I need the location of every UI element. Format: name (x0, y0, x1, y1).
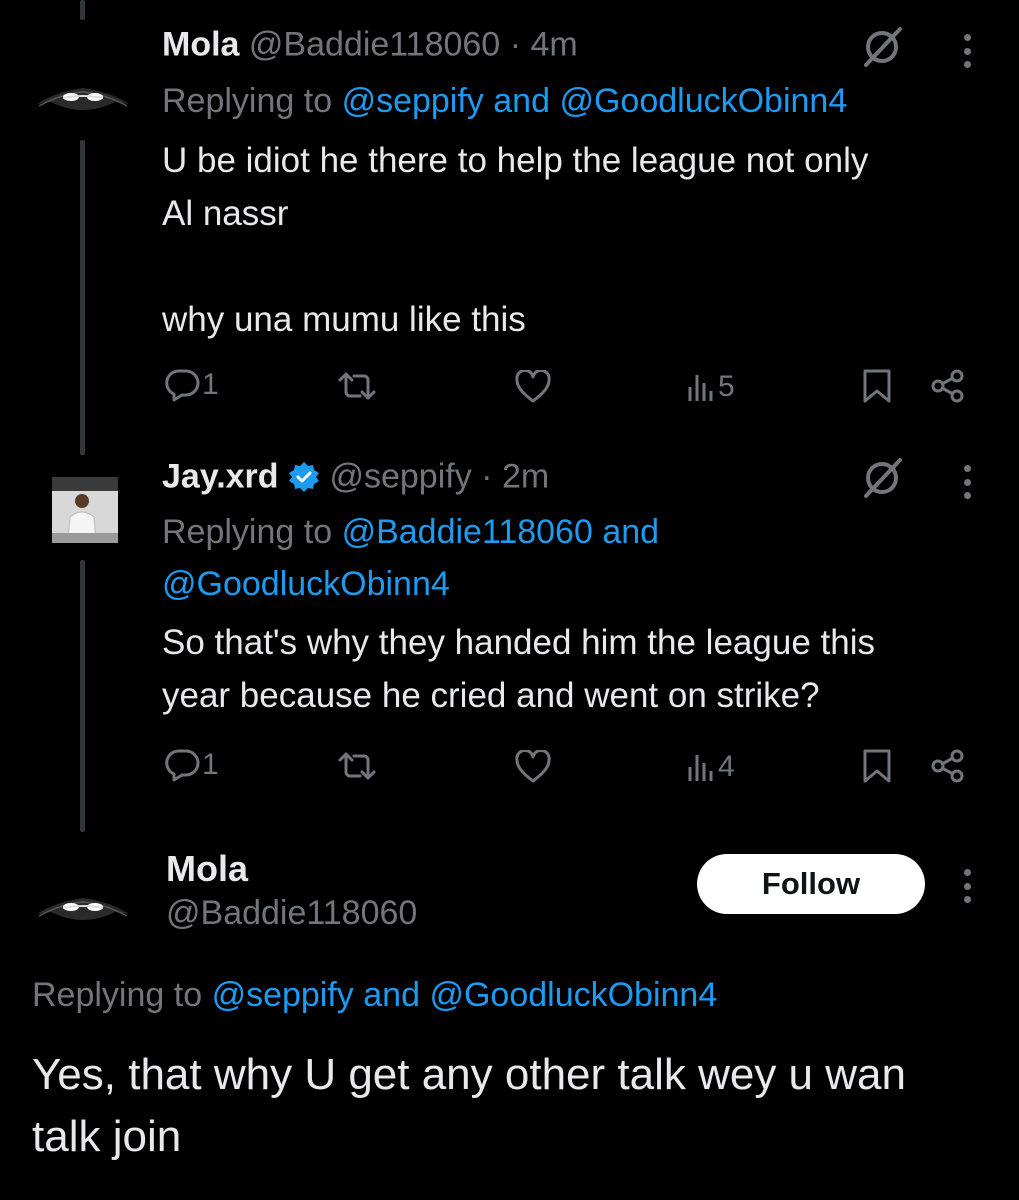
tweet-header: Jay.xrd @seppify · 2m (162, 456, 549, 497)
heart-icon (515, 370, 551, 403)
bookmark-icon (863, 369, 891, 403)
replying-prefix: Replying to (32, 976, 203, 1014)
share-button[interactable] (930, 368, 966, 404)
reply-icon (165, 369, 200, 402)
grok-icon[interactable] (860, 456, 904, 500)
grok-icon[interactable] (860, 25, 904, 69)
retweet-icon (338, 752, 376, 780)
like-button[interactable] (514, 370, 552, 404)
user-name[interactable]: Mola (166, 848, 248, 890)
thread-line-2 (80, 560, 85, 832)
tweet-text: U be idiot he there to help the league n… (162, 141, 869, 339)
retweet-button[interactable] (336, 370, 378, 402)
user-name[interactable]: Mola (162, 26, 239, 64)
retweet-button[interactable] (336, 750, 378, 782)
views-count: 4 (718, 750, 735, 783)
replying-to: Replying to @seppify and @GoodluckObinn4 (162, 82, 847, 121)
share-button[interactable] (930, 748, 966, 784)
tweet-text: Yes, that why U get any other talk wey u… (32, 1050, 906, 1161)
more-icon[interactable] (962, 34, 972, 68)
mention-link[interactable]: @seppify (212, 976, 354, 1014)
share-icon (931, 749, 964, 783)
reply-button[interactable]: 1 (164, 748, 219, 782)
avatar-photo (52, 477, 118, 543)
views-count: 5 (718, 370, 735, 403)
reply-icon (165, 749, 200, 782)
thread-line-1 (80, 140, 85, 455)
user-name[interactable]: Jay.xrd (162, 458, 279, 496)
verified-badge-icon (289, 462, 320, 493)
replying-to: Replying to @Baddie118060 and (162, 513, 659, 552)
avatar[interactable] (35, 890, 131, 930)
bookmark-button[interactable] (862, 748, 892, 784)
views-button[interactable]: 5 (686, 370, 735, 404)
user-handle[interactable]: @Baddie118060 (249, 26, 500, 64)
timestamp[interactable]: · 4m (510, 26, 578, 64)
views-icon (688, 755, 713, 781)
tweet-text: So that's why they handed him the league… (162, 623, 875, 715)
mention-link[interactable]: @seppify (342, 82, 484, 120)
retweet-icon (338, 372, 376, 400)
more-icon[interactable] (962, 869, 972, 903)
replying-prefix: Replying to (162, 82, 333, 120)
replying-and: and (493, 82, 550, 120)
mention-link[interactable]: @Baddie118060 and (342, 513, 660, 551)
more-icon[interactable] (962, 465, 972, 499)
timestamp[interactable]: · 2m (481, 458, 549, 496)
mention-link[interactable]: @GoodluckObinn4 (559, 82, 847, 120)
like-button[interactable] (514, 750, 552, 784)
replying-and: and (363, 976, 420, 1014)
tweet-header: Mola @Baddie118060 · 4m (162, 24, 578, 65)
follow-button[interactable]: Follow (697, 854, 925, 914)
bookmark-button[interactable] (862, 368, 892, 404)
replying-prefix: Replying to (162, 513, 333, 551)
bookmark-icon (863, 749, 891, 783)
user-handle[interactable]: @seppify (329, 458, 471, 496)
views-icon (688, 375, 713, 401)
replying-to-cont: @GoodluckObinn4 (162, 565, 450, 604)
views-button[interactable]: 4 (686, 750, 735, 784)
avatar[interactable] (35, 80, 131, 120)
replying-to: Replying to @seppify and @GoodluckObinn4 (32, 976, 717, 1015)
reply-button[interactable]: 1 (164, 368, 219, 402)
reply-count: 1 (202, 368, 219, 401)
heart-icon (515, 750, 551, 783)
thread-line-top (80, 0, 85, 20)
share-icon (931, 369, 964, 403)
mention-link[interactable]: @GoodluckObinn4 (162, 565, 450, 603)
reply-count: 1 (202, 748, 219, 781)
mention-link[interactable]: @GoodluckObinn4 (429, 976, 717, 1014)
avatar[interactable] (52, 477, 118, 543)
user-handle[interactable]: @Baddie118060 (166, 894, 417, 933)
